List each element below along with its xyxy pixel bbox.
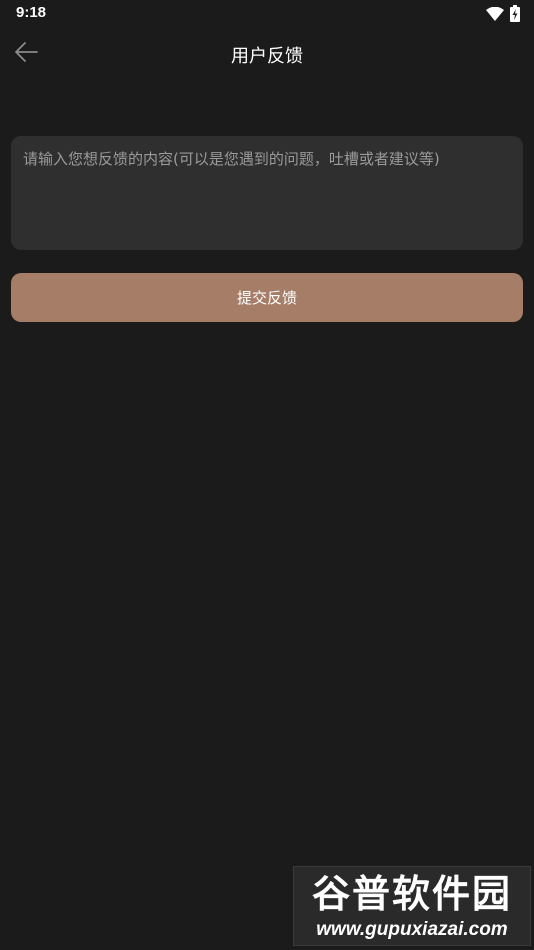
page-title: 用户反馈 [231,46,303,67]
watermark-url: www.gupuxiazai.com [316,919,508,940]
status-bar: 9:18 [0,0,534,28]
status-time: 9:18 [16,4,47,21]
feedback-input[interactable] [23,148,511,238]
battery-charging-icon [510,5,520,26]
watermark-title: 谷普软件园 [311,872,512,916]
app-bar: 用户反馈 [0,28,534,78]
submit-feedback-label: 提交反馈 [236,289,297,307]
wifi-icon [486,6,504,25]
feedback-input-container [11,136,523,250]
submit-feedback-button[interactable]: 提交反馈 [11,273,523,322]
status-icons [486,5,520,26]
watermark-logo: 谷普软件园 www.gupuxiazai.com [293,866,531,946]
